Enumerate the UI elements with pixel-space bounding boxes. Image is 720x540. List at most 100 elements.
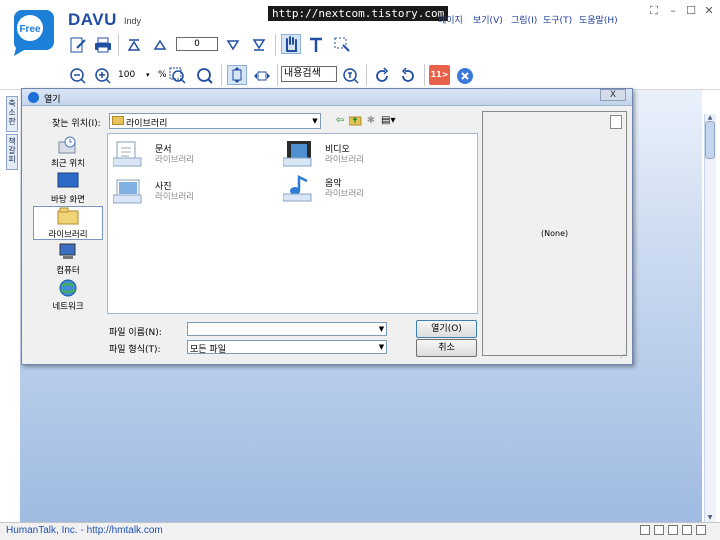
tab-bookmarks-label: 책갈피: [8, 137, 16, 164]
scroll-down-icon[interactable]: ▼: [705, 514, 715, 521]
tab-bookmarks[interactable]: 책갈피: [6, 134, 18, 170]
up-folder-icon[interactable]: [348, 114, 362, 128]
documents-library-icon: [113, 141, 142, 167]
place-libraries[interactable]: 라이브러리: [33, 206, 103, 240]
open-button[interactable]: 열기(O): [416, 320, 477, 338]
menu-help[interactable]: 도움말(H): [579, 13, 618, 26]
two-page-view-icon[interactable]: [668, 525, 678, 535]
place-recent-label: 최근 위치: [51, 159, 85, 169]
page-jump-badge[interactable]: 11>: [429, 65, 450, 85]
app-edition: Indy: [124, 16, 142, 26]
place-network[interactable]: 네트워크: [33, 279, 103, 313]
place-network-label: 네트워크: [52, 302, 84, 312]
list-item[interactable]: 음악 라이브러리: [283, 174, 443, 204]
zoom-level-input[interactable]: 100 ▾: [112, 68, 156, 82]
close-window-button[interactable]: ✕: [702, 4, 716, 18]
network-icon: [59, 279, 77, 297]
list-item[interactable]: 비디오 라이브러리: [283, 140, 443, 170]
look-in-label: 찾는 위치(I):: [52, 119, 101, 129]
music-library-icon: [283, 174, 312, 202]
menu-tools[interactable]: 도구(T): [543, 13, 572, 26]
single-page-view-icon[interactable]: [640, 525, 650, 535]
rotate-left-icon[interactable]: [372, 66, 392, 86]
place-desktop-label: 바탕 화면: [51, 195, 85, 205]
desktop-icon: [57, 172, 79, 188]
libraries-icon: [57, 207, 79, 225]
list-item[interactable]: 문서 라이브러리: [113, 140, 273, 170]
resize-grip-icon[interactable]: ⋰: [620, 350, 629, 359]
maximize-button[interactable]: ☐: [684, 4, 698, 18]
app-name: DAVU: [68, 10, 117, 29]
file-type: 라이브러리: [325, 155, 365, 165]
chevron-down-icon[interactable]: ▼: [377, 341, 386, 353]
recent-places-icon: [58, 136, 76, 154]
tab-thumbnails-label: 축소판: [8, 99, 16, 126]
place-recent[interactable]: 최근 위치: [33, 136, 103, 170]
fit-height-icon[interactable]: [227, 65, 247, 85]
chevron-down-icon[interactable]: ▾: [146, 68, 150, 82]
toolbar-separator: [366, 64, 367, 86]
menu-image[interactable]: 그림(I): [511, 13, 537, 26]
toolbar-separator: [277, 64, 278, 86]
zoom-unit: %: [158, 70, 167, 80]
place-libraries-label: 라이브러리: [48, 230, 88, 240]
grid-view-icon[interactable]: [682, 525, 692, 535]
file-name-label: 파일 이름(N):: [109, 328, 162, 338]
url-overlay: http://nextcom.tistory.com: [268, 6, 449, 21]
list-item[interactable]: 사진 라이브러리: [113, 177, 273, 207]
videos-library-icon: [283, 141, 312, 167]
rotate-right-icon[interactable]: [398, 66, 418, 86]
dialog-close-button[interactable]: X: [600, 89, 626, 101]
file-name-input[interactable]: [187, 322, 387, 336]
cancel-button[interactable]: 취소: [416, 339, 477, 357]
page-number-input[interactable]: 0: [176, 37, 218, 51]
text-tool-icon[interactable]: [306, 35, 326, 55]
dialog-titlebar[interactable]: [22, 89, 632, 106]
page-jump-number: 11: [430, 70, 442, 79]
scroll-thumb[interactable]: [705, 121, 715, 159]
zoom-area-icon[interactable]: [168, 66, 188, 86]
close-document-icon[interactable]: [455, 66, 475, 86]
menu-view[interactable]: 보기(V): [473, 13, 503, 26]
fullscreen-button[interactable]: ⛶: [647, 4, 661, 18]
place-desktop[interactable]: 바탕 화면: [33, 172, 103, 206]
fit-width-icon[interactable]: [252, 66, 272, 86]
vertical-scrollbar[interactable]: [704, 114, 716, 522]
zoom-out-icon[interactable]: [68, 66, 88, 86]
magnifier-icon[interactable]: [195, 66, 215, 86]
hand-tool-icon[interactable]: [281, 34, 301, 54]
continuous-view-icon[interactable]: [654, 525, 664, 535]
app-logo: Free: [8, 6, 56, 56]
chevron-down-icon[interactable]: ▼: [310, 114, 320, 128]
toolbar-separator: [424, 64, 425, 86]
chevron-down-icon[interactable]: ▼: [377, 323, 386, 335]
preview-text: (None): [541, 229, 569, 238]
dialog-app-icon: [28, 92, 39, 103]
print-icon[interactable]: [93, 35, 113, 55]
content-search-input[interactable]: 내용검색: [281, 66, 337, 82]
minimize-button[interactable]: –: [666, 4, 680, 18]
file-type-value: 모든 파일: [190, 345, 226, 355]
new-folder-icon[interactable]: ✱: [364, 114, 378, 128]
last-page-icon[interactable]: [249, 35, 269, 55]
next-page-icon[interactable]: [223, 35, 243, 55]
file-type: 라이브러리: [325, 189, 365, 199]
previous-page-icon[interactable]: [150, 35, 170, 55]
back-arrow-icon[interactable]: ⇦: [333, 114, 347, 128]
dialog-title: 열기: [44, 95, 61, 105]
tab-thumbnails[interactable]: 축소판: [6, 96, 18, 132]
place-computer-label: 컴퓨터: [56, 266, 80, 276]
first-page-icon[interactable]: [124, 35, 144, 55]
view-menu-icon[interactable]: ▤▾: [381, 114, 395, 128]
search-icon[interactable]: [341, 66, 361, 86]
edit-icon[interactable]: [68, 35, 88, 55]
file-type-label: 파일 형식(T):: [109, 345, 161, 355]
pictures-library-icon: [113, 179, 142, 204]
scroll-up-icon[interactable]: ▲: [705, 114, 715, 121]
selection-tool-icon[interactable]: [332, 35, 352, 55]
document-icon: [610, 115, 622, 129]
book-view-icon[interactable]: [696, 525, 706, 535]
menu-page[interactable]: 페이지: [438, 13, 463, 26]
place-computer[interactable]: 컴퓨터: [33, 243, 103, 277]
zoom-in-icon[interactable]: [93, 66, 113, 86]
